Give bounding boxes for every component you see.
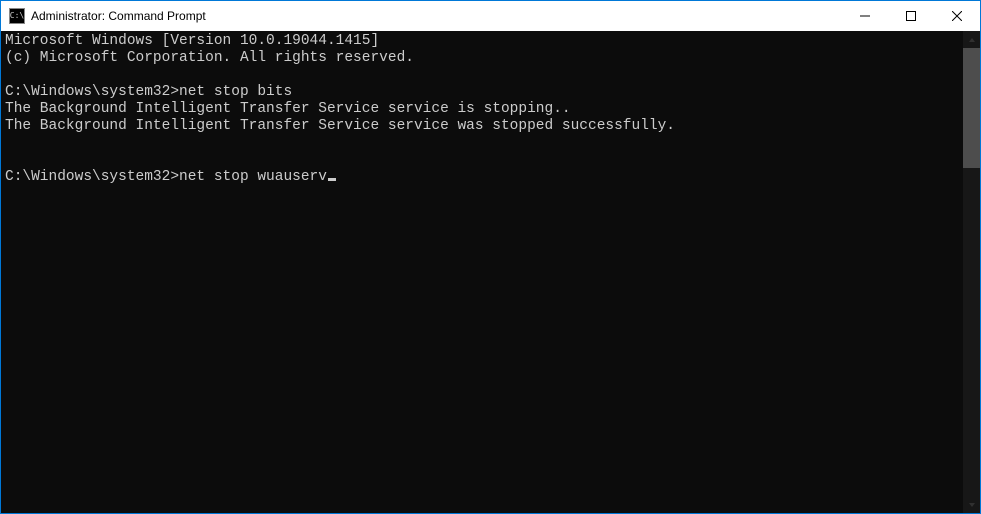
cursor [328,178,336,181]
chevron-down-icon [968,501,976,509]
window-title: Administrator: Command Prompt [31,9,842,23]
app-icon-text: C:\ [10,12,24,20]
terminal-line: The Background Intelligent Transfer Serv… [5,101,963,118]
titlebar[interactable]: C:\ Administrator: Command Prompt [1,1,980,31]
command-prompt-window: C:\ Administrator: Command Prompt Micros… [0,0,981,514]
maximize-button[interactable] [888,1,934,31]
terminal-blank [5,135,963,152]
vertical-scrollbar[interactable] [963,31,980,513]
scrollbar-thumb[interactable] [963,48,980,168]
prompt: C:\Windows\system32> [5,169,179,185]
scroll-down-button[interactable] [963,496,980,513]
terminal-line: (c) Microsoft Corporation. All rights re… [5,50,963,67]
scroll-up-button[interactable] [963,31,980,48]
command: net stop wuauserv [179,169,327,185]
maximize-icon [906,11,916,21]
terminal-line: C:\Windows\system32>net stop wuauserv [5,169,963,186]
terminal-line: C:\Windows\system32>net stop bits [5,84,963,101]
terminal-line: The Background Intelligent Transfer Serv… [5,118,963,135]
close-icon [952,11,962,21]
command: net stop bits [179,84,292,100]
terminal-blank [5,152,963,169]
close-button[interactable] [934,1,980,31]
terminal-area: Microsoft Windows [Version 10.0.19044.14… [1,31,980,513]
prompt: C:\Windows\system32> [5,84,179,100]
terminal-output[interactable]: Microsoft Windows [Version 10.0.19044.14… [1,31,963,513]
minimize-button[interactable] [842,1,888,31]
app-icon: C:\ [9,8,25,24]
chevron-up-icon [968,36,976,44]
terminal-blank [5,67,963,84]
scrollbar-track[interactable] [963,48,980,496]
minimize-icon [860,11,870,21]
window-controls [842,1,980,31]
terminal-line: Microsoft Windows [Version 10.0.19044.14… [5,33,963,50]
